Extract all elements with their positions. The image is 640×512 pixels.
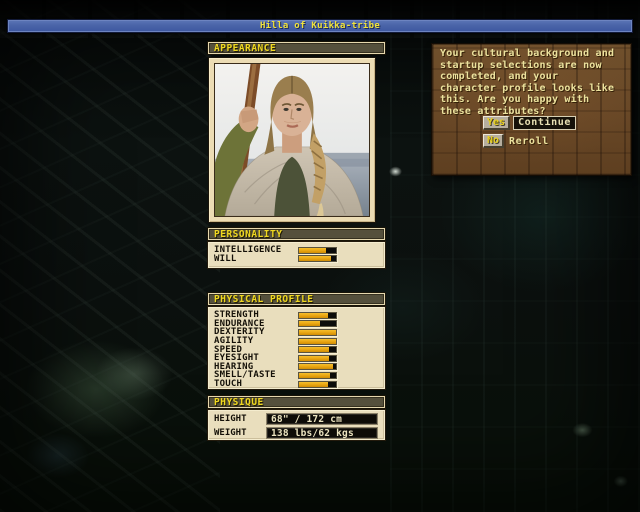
no-keycap[interactable]: No	[483, 134, 505, 148]
height-label: HEIGHT	[214, 414, 247, 424]
stat-bar	[298, 311, 337, 319]
stat-bar-fill	[299, 312, 328, 318]
stat-bar	[298, 363, 337, 371]
height-value: 68" / 172 cm	[266, 413, 378, 425]
dialog-message: Your cultural background and startup sel…	[440, 48, 630, 118]
no-reroll-button[interactable]: No Reroll	[483, 134, 549, 148]
yes-keycap[interactable]: Yes	[483, 116, 511, 130]
stat-row-touch: TOUCH	[214, 380, 385, 389]
stat-bar-fill	[299, 256, 331, 262]
game-screen: Hilla of Kuikka-tribe APPEARANCE PERSONA…	[0, 0, 640, 512]
physical-profile-panel: STRENGTH ENDURANCE DEXTERITY AGILITY SPE…	[207, 306, 386, 390]
reroll-label[interactable]: Reroll	[509, 136, 549, 147]
stat-bar-fill	[299, 372, 330, 378]
stat-bar	[298, 380, 337, 388]
physique-header-label: PHYSIQUE	[214, 396, 264, 408]
stat-row-intelligence: INTELLIGENCE	[214, 246, 385, 255]
appearance-header-label: APPEARANCE	[214, 42, 277, 54]
personality-header-label: PERSONALITY	[214, 228, 283, 240]
stat-label: TOUCH	[214, 379, 243, 390]
character-title: Hilla of Kuikka-tribe	[259, 21, 381, 31]
stat-label: WILL	[214, 253, 237, 264]
stat-bar-fill	[299, 364, 334, 370]
physique-row-height: HEIGHT 68" / 172 cm	[214, 413, 385, 425]
confirmation-dialog: Your cultural background and startup sel…	[431, 43, 632, 176]
stat-bar	[298, 320, 337, 328]
dialog-message-line: this. Are you happy with	[440, 94, 590, 106]
personality-panel: INTELLIGENCE WILL	[207, 241, 386, 269]
dialog-message-line: character profile looks like	[440, 82, 615, 94]
stat-label: AGILITY	[214, 336, 254, 347]
character-portrait	[214, 63, 370, 217]
stat-bar	[298, 246, 337, 254]
stat-bar-fill	[299, 347, 329, 353]
dialog-message-line: Your cultural background and	[440, 48, 615, 59]
stat-bar	[298, 371, 337, 379]
personality-panel-header: PERSONALITY	[207, 227, 386, 241]
stat-bar	[298, 337, 337, 345]
stat-bar-fill	[299, 381, 328, 387]
yes-continue-button[interactable]: Yes Continue	[483, 116, 577, 130]
weight-value: 138 lbs/62 kgs	[266, 427, 378, 439]
physique-panel: HEIGHT 68" / 172 cm WEIGHT 138 lbs/62 kg…	[207, 409, 386, 441]
character-portrait-image	[215, 64, 369, 216]
weight-label: WEIGHT	[214, 428, 247, 438]
stat-bar-fill	[299, 329, 336, 335]
dialog-message-line: completed, and your	[440, 71, 559, 83]
appearance-panel-header: APPEARANCE	[207, 41, 386, 55]
stat-bar	[298, 346, 337, 354]
stat-bar-fill	[299, 338, 336, 344]
stat-bar-fill	[299, 247, 326, 253]
background-wood-planks-left	[0, 0, 220, 512]
stat-bar	[298, 354, 337, 362]
physical-profile-panel-header: PHYSICAL PROFILE	[207, 292, 386, 306]
stat-row-will: WILL	[214, 253, 385, 264]
stat-bar-fill	[299, 321, 321, 327]
continue-label[interactable]: Continue	[513, 116, 577, 130]
character-title-bar: Hilla of Kuikka-tribe	[7, 19, 633, 33]
physical-profile-header-label: PHYSICAL PROFILE	[214, 293, 314, 305]
stat-bar-fill	[299, 355, 329, 361]
stat-bar	[298, 255, 337, 263]
physique-row-weight: WEIGHT 138 lbs/62 kgs	[214, 427, 385, 439]
physique-panel-header: PHYSIQUE	[207, 395, 386, 409]
character-portrait-frame	[208, 57, 376, 223]
dialog-message-line: startup selections are now	[440, 59, 602, 71]
stat-bar	[298, 328, 337, 336]
